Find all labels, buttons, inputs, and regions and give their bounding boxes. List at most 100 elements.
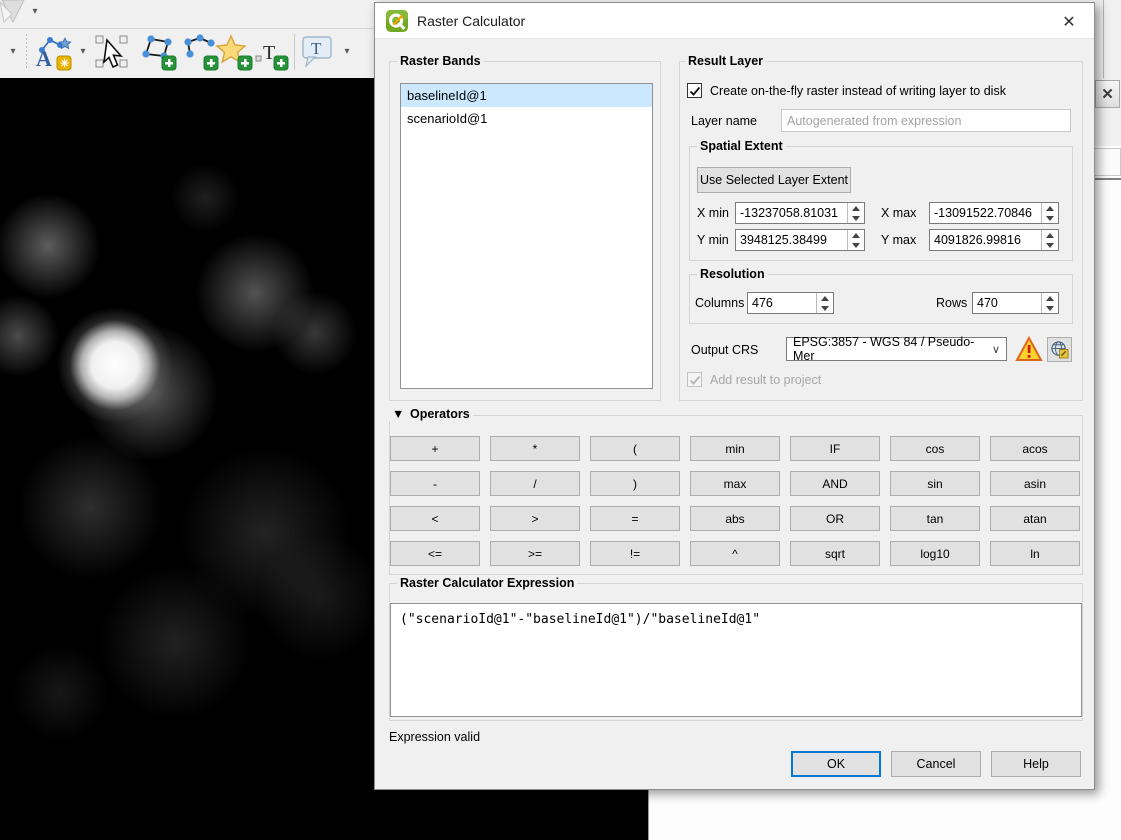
spin-up-icon[interactable] bbox=[848, 230, 864, 240]
operator-button[interactable]: - bbox=[390, 471, 480, 496]
select-annotation-button[interactable] bbox=[94, 32, 132, 72]
spin-down-icon[interactable] bbox=[1042, 303, 1058, 313]
spin-up-icon[interactable] bbox=[1042, 230, 1058, 240]
operator-button[interactable]: IF bbox=[790, 436, 880, 461]
operator-button[interactable]: log10 bbox=[890, 541, 980, 566]
x-max-spinbox[interactable]: -13091522.70846 bbox=[929, 202, 1059, 224]
operators-label: Operators bbox=[407, 407, 473, 421]
output-crs-label: Output CRS bbox=[691, 343, 758, 357]
crs-warning-icon[interactable] bbox=[1015, 336, 1043, 362]
create-polygon-annotation-button[interactable] bbox=[138, 32, 178, 72]
toolbar-separator bbox=[26, 34, 27, 70]
operator-button[interactable]: sqrt bbox=[790, 541, 880, 566]
operator-button[interactable]: tan bbox=[890, 506, 980, 531]
spin-up-icon[interactable] bbox=[817, 293, 833, 303]
cancel-button[interactable]: Cancel bbox=[891, 751, 981, 777]
rows-label: Rows bbox=[936, 296, 967, 310]
operator-button[interactable]: < bbox=[390, 506, 480, 531]
spin-down-icon[interactable] bbox=[1042, 240, 1058, 250]
rows-value: 470 bbox=[973, 293, 1041, 313]
operator-button[interactable]: min bbox=[690, 436, 780, 461]
panel-close-button[interactable]: ✕ bbox=[1095, 80, 1120, 108]
operator-button[interactable]: atan bbox=[990, 506, 1080, 531]
columns-spinbox[interactable]: 476 bbox=[747, 292, 834, 314]
close-icon: ✕ bbox=[1101, 85, 1114, 103]
operators-collapse-icon[interactable]: ▼ bbox=[389, 407, 407, 421]
spin-up-icon[interactable] bbox=[1042, 203, 1058, 213]
operator-button[interactable]: sin bbox=[890, 471, 980, 496]
close-icon: ✕ bbox=[1062, 12, 1075, 32]
checkmark-icon bbox=[689, 374, 701, 386]
operator-button[interactable]: ln bbox=[990, 541, 1080, 566]
operator-button[interactable]: OR bbox=[790, 506, 880, 531]
chevron-down-icon[interactable]: ▾ bbox=[28, 4, 42, 18]
text-annotation-icon: T bbox=[254, 32, 290, 72]
operator-button[interactable]: cos bbox=[890, 436, 980, 461]
chevron-down-icon[interactable]: ▾ bbox=[6, 44, 20, 58]
operator-button[interactable]: >= bbox=[490, 541, 580, 566]
layer-name-label: Layer name bbox=[691, 114, 757, 128]
help-button[interactable]: Help bbox=[991, 751, 1081, 777]
create-marker-annotation-button[interactable] bbox=[214, 32, 254, 72]
operator-button[interactable]: ( bbox=[590, 436, 680, 461]
operator-button[interactable]: = bbox=[590, 506, 680, 531]
annotation-a-icon: A ✳ bbox=[34, 32, 74, 72]
rows-spinbox[interactable]: 470 bbox=[972, 292, 1059, 314]
text-balloon-button[interactable]: T bbox=[300, 34, 336, 70]
svg-text:A: A bbox=[36, 46, 52, 71]
expression-status: Expression valid bbox=[389, 730, 480, 744]
operator-button[interactable]: != bbox=[590, 541, 680, 566]
spin-down-icon[interactable] bbox=[848, 240, 864, 250]
chevron-down-icon[interactable]: ▾ bbox=[76, 44, 90, 58]
operator-button[interactable]: ^ bbox=[690, 541, 780, 566]
spin-up-icon[interactable] bbox=[1042, 293, 1058, 303]
main-annotation-layer-icon[interactable]: A ✳ bbox=[34, 32, 74, 72]
operator-button[interactable]: / bbox=[490, 471, 580, 496]
resolution-label: Resolution bbox=[697, 267, 768, 281]
y-max-spinbox[interactable]: 4091826.99816 bbox=[929, 229, 1059, 251]
y-max-value: 4091826.99816 bbox=[930, 230, 1041, 250]
operator-button[interactable]: * bbox=[490, 436, 580, 461]
star-annotation-icon bbox=[214, 32, 254, 72]
add-result-checkbox bbox=[687, 372, 702, 387]
create-on-fly-checkbox[interactable] bbox=[687, 83, 702, 98]
spatial-extent-label: Spatial Extent bbox=[697, 139, 786, 153]
spin-down-icon[interactable] bbox=[1042, 213, 1058, 223]
use-selected-layer-extent-button[interactable]: Use Selected Layer Extent bbox=[697, 167, 851, 193]
layer-name-input[interactable] bbox=[781, 109, 1071, 132]
list-item[interactable]: scenarioId@1 bbox=[401, 107, 652, 130]
x-min-spinbox[interactable]: -13237058.81031 bbox=[735, 202, 865, 224]
expression-editor[interactable]: ("scenarioId@1"-"baselineId@1")/"baselin… bbox=[390, 603, 1082, 717]
columns-label: Columns bbox=[695, 296, 744, 310]
spin-up-icon[interactable] bbox=[848, 203, 864, 213]
x-max-label: X max bbox=[881, 206, 916, 220]
select-crs-button[interactable] bbox=[1047, 337, 1072, 362]
button-label: OK bbox=[827, 757, 845, 771]
spin-down-icon[interactable] bbox=[817, 303, 833, 313]
list-item[interactable]: baselineId@1 bbox=[401, 84, 652, 107]
panel-divider bbox=[1093, 178, 1121, 180]
raster-bands-list[interactable]: baselineId@1 scenarioId@1 bbox=[400, 83, 653, 389]
dialog-titlebar[interactable]: Raster Calculator ✕ bbox=[375, 3, 1094, 39]
spin-down-icon[interactable] bbox=[848, 213, 864, 223]
operator-button[interactable]: AND bbox=[790, 471, 880, 496]
output-crs-combobox[interactable]: EPSG:3857 - WGS 84 / Pseudo-Mer ∨ bbox=[786, 337, 1007, 361]
operator-button[interactable]: > bbox=[490, 506, 580, 531]
dialog-close-button[interactable]: ✕ bbox=[1056, 9, 1082, 35]
partial-toolbar-icon[interactable] bbox=[0, 0, 26, 26]
operator-button[interactable]: max bbox=[690, 471, 780, 496]
x-min-label: X min bbox=[697, 206, 729, 220]
y-min-value: 3948125.38499 bbox=[736, 230, 847, 250]
ok-button[interactable]: OK bbox=[791, 751, 881, 777]
y-min-spinbox[interactable]: 3948125.38499 bbox=[735, 229, 865, 251]
operator-button[interactable]: asin bbox=[990, 471, 1080, 496]
chevron-down-icon[interactable]: ▾ bbox=[340, 44, 354, 58]
operator-button[interactable]: abs bbox=[690, 506, 780, 531]
create-text-annotation-button[interactable]: T bbox=[254, 32, 290, 72]
operator-button[interactable]: acos bbox=[990, 436, 1080, 461]
operator-button[interactable]: <= bbox=[390, 541, 480, 566]
operator-button[interactable]: ) bbox=[590, 471, 680, 496]
x-min-value: -13237058.81031 bbox=[736, 203, 847, 223]
operator-button[interactable]: + bbox=[390, 436, 480, 461]
arrow-shape-icon bbox=[0, 0, 26, 26]
